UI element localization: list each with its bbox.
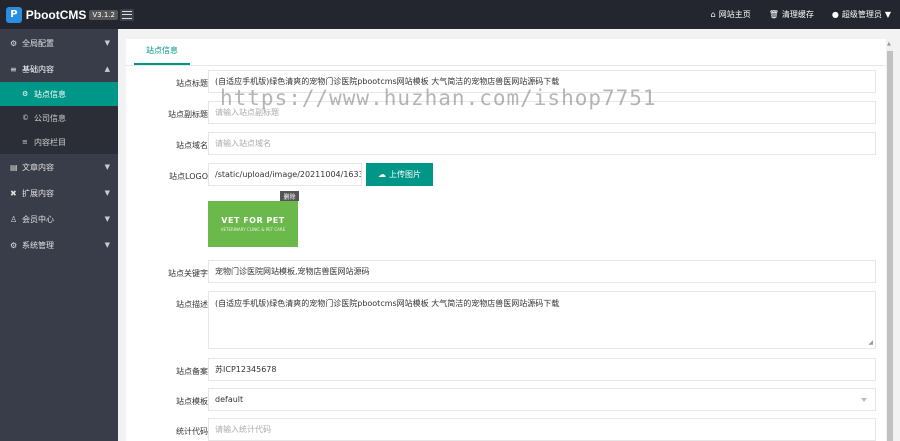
- sidebar-item-label: 基础内容: [22, 64, 54, 74]
- site-template-select[interactable]: default: [208, 388, 876, 411]
- logo-preview-title: VET FOR PET: [221, 216, 285, 225]
- field-label: 站点关键字: [168, 269, 208, 278]
- site-logo-path-input[interactable]: /static/upload/image/20211004/1633307: [208, 163, 362, 186]
- trash-icon: 🗑: [768, 10, 779, 19]
- upload-button-label: 上传图片: [389, 170, 421, 179]
- site-description-text: (自适应手机版)绿色清爽的宠物门诊医院pbootcms网站模板 大气简洁的宠物店…: [215, 299, 560, 308]
- site-home-label: 网站主页: [718, 10, 751, 19]
- field-label: 站点标题: [176, 79, 208, 88]
- sidebar-item-extension-content[interactable]: ✖ 扩展内容 ▼: [0, 180, 118, 206]
- sidebar-item-article-content[interactable]: ▤ 文章内容 ▼: [0, 154, 118, 180]
- site-domain-input[interactable]: 请输入站点域名: [208, 132, 876, 155]
- member-icon: ♙: [10, 214, 18, 224]
- chevron-down-icon: ▼: [104, 241, 110, 249]
- sidebar-item-label: 扩展内容: [22, 188, 54, 198]
- site-description-textarea[interactable]: (自适应手机版)绿色清爽的宠物门诊医院pbootcms网站模板 大气简洁的宠物店…: [208, 291, 876, 349]
- field-label: 站点模板: [176, 397, 208, 406]
- sidebar-subitem-content-columns[interactable]: ≡ 内容栏目: [0, 130, 118, 154]
- user-icon: ●: [831, 10, 839, 19]
- field-label: 站点LOGO: [169, 172, 208, 181]
- sidebar-subitem-site-info[interactable]: ⚙ 站点信息: [0, 82, 118, 106]
- logo-mark-icon: P: [6, 6, 22, 23]
- version-badge: V3.1.2: [89, 9, 118, 20]
- field-label: 站点副标题: [168, 110, 208, 119]
- field-label: 站点备案: [176, 367, 208, 376]
- sidebar-item-system-management[interactable]: ⚙ 系统管理 ▼: [0, 232, 118, 258]
- sidebar-item-label: 会员中心: [22, 214, 54, 224]
- menu-toggle-icon[interactable]: [120, 8, 134, 21]
- sidebar-item-label: 全局配置: [22, 38, 54, 48]
- gear-icon: ⚙: [10, 38, 18, 48]
- chevron-down-icon: [861, 398, 867, 402]
- row-site-keywords: 站点关键字 宠物门诊医院网站模板,宠物店兽医网站源码: [126, 260, 886, 283]
- row-site-description: 站点描述 (自适应手机版)绿色清爽的宠物门诊医院pbootcms网站模板 大气简…: [126, 291, 886, 349]
- cloud-upload-icon: ☁: [378, 170, 386, 179]
- sidebar-subitem-label: 内容栏目: [34, 137, 66, 147]
- home-icon: ⌂: [710, 10, 716, 19]
- top-header: P PbootCMS V3.1.2 ⌂ 网站主页 🗑 清理缓存 ● 超级管理员 …: [0, 0, 900, 29]
- tab-bar: 站点信息: [126, 39, 894, 66]
- sidebar-item-basic-content[interactable]: ≡ 基础内容 ▲: [0, 56, 118, 82]
- file-icon: ▤: [10, 162, 18, 172]
- delete-logo-button[interactable]: 删除: [280, 191, 299, 201]
- sidebar-subitem-label: 站点信息: [34, 89, 66, 99]
- logo-preview-subtitle: VETERINARY CLINIC & PET CARE: [220, 227, 286, 232]
- copyright-icon: ©: [22, 114, 29, 122]
- scrollbar-thumb[interactable]: [887, 51, 893, 441]
- resize-handle-icon[interactable]: ◢: [868, 339, 873, 346]
- vertical-scrollbar[interactable]: ▲: [886, 39, 894, 441]
- sidebar-submenu: ⚙ 站点信息 © 公司信息 ≡ 内容栏目: [0, 82, 118, 154]
- sidebar-subitem-label: 公司信息: [34, 113, 66, 123]
- watermark-text: https://www.huzhan.com/ishop7751: [220, 86, 657, 110]
- sliders-icon: ≡: [10, 64, 17, 74]
- list-icon: ≡: [22, 138, 28, 146]
- site-icp-input[interactable]: 苏ICP12345678: [208, 358, 876, 381]
- app-logo[interactable]: P PbootCMS V3.1.2: [0, 0, 118, 29]
- clear-cache-link[interactable]: 🗑 清理缓存: [760, 9, 823, 20]
- row-site-template: 站点模板 default: [126, 388, 886, 411]
- site-home-link[interactable]: ⌂ 网站主页: [702, 9, 760, 20]
- sidebar-subitem-company-info[interactable]: © 公司信息: [0, 106, 118, 130]
- field-label: 站点域名: [176, 141, 208, 150]
- logo-preview-image: VET FOR PET VETERINARY CLINIC & PET CARE: [208, 201, 298, 247]
- chevron-down-icon: ▼: [104, 39, 110, 47]
- row-site-icp: 站点备案 苏ICP12345678: [126, 358, 886, 381]
- puzzle-icon: ✖: [10, 188, 17, 198]
- sidebar-item-member-center[interactable]: ♙ 会员中心 ▼: [0, 206, 118, 232]
- row-site-logo: 站点LOGO /static/upload/image/20211004/163…: [126, 163, 886, 186]
- chevron-down-icon: ▼: [104, 215, 110, 223]
- user-menu[interactable]: ● 超级管理员 ▼: [823, 9, 900, 20]
- field-label: 站点描述: [176, 300, 208, 309]
- sidebar-item-label: 文章内容: [22, 162, 54, 172]
- row-site-domain: 站点域名 请输入站点域名: [126, 132, 886, 155]
- upload-image-button[interactable]: ☁ 上传图片: [366, 163, 433, 186]
- clear-cache-label: 清理缓存: [781, 10, 814, 19]
- chevron-down-icon: ▼: [884, 10, 891, 19]
- sidebar-item-global-config[interactable]: ⚙ 全局配置 ▼: [0, 30, 118, 56]
- app-name: PbootCMS: [25, 7, 87, 22]
- site-template-value: default: [215, 395, 244, 404]
- scroll-up-icon[interactable]: ▲: [887, 41, 891, 47]
- gear-icon: ⚙: [22, 90, 29, 98]
- system-icon: ⚙: [10, 240, 18, 250]
- site-keywords-input[interactable]: 宠物门诊医院网站模板,宠物店兽医网站源码: [208, 260, 876, 283]
- sidebar-item-label: 系统管理: [22, 240, 54, 250]
- chevron-up-icon: ▲: [104, 65, 110, 73]
- sidebar: ⚙ 全局配置 ▼ ≡ 基础内容 ▲ ⚙ 站点信息 © 公司信息 ≡ 内容栏目 ▤…: [0, 29, 118, 441]
- chevron-down-icon: ▼: [104, 189, 110, 197]
- stats-code-input[interactable]: 请输入统计代码: [208, 418, 876, 441]
- tab-site-info[interactable]: 站点信息: [134, 45, 190, 65]
- user-name-label: 超级管理员: [841, 10, 882, 19]
- row-stats-code: 统计代码 请输入统计代码: [126, 418, 886, 441]
- field-label: 统计代码: [176, 427, 208, 436]
- chevron-down-icon: ▼: [104, 163, 110, 171]
